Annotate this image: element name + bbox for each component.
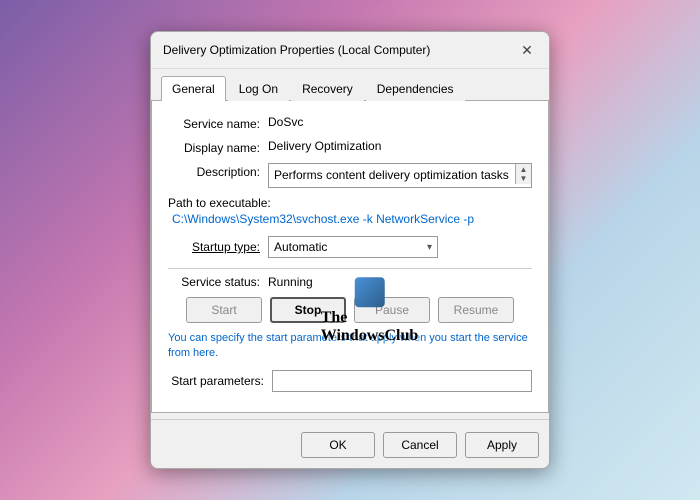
service-name-row: Service name: DoSvc [168,115,532,131]
startup-type-select[interactable]: Automatic ▾ [268,236,438,258]
pause-button[interactable]: Pause [354,297,430,323]
display-name-value: Delivery Optimization [268,139,381,153]
start-params-row: Start parameters: [168,370,532,392]
description-row: Description: Performs content delivery o… [168,163,532,188]
startup-type-label: Startup type: [168,240,268,254]
description-label: Description: [168,163,268,179]
cancel-button[interactable]: Cancel [383,432,457,458]
tab-bar: General Log On Recovery Dependencies [151,69,549,101]
ok-button[interactable]: OK [301,432,375,458]
close-button[interactable]: ✕ [517,40,537,60]
start-params-input[interactable] [272,370,532,392]
startup-type-value: Automatic [274,240,327,254]
service-name-value: DoSvc [268,115,303,129]
display-name-row: Display name: Delivery Optimization [168,139,532,155]
service-status-label: Service status: [168,275,268,289]
tab-recovery[interactable]: Recovery [291,76,364,101]
service-name-label: Service name: [168,115,268,131]
path-value: C:\Windows\System32\svchost.exe -k Netwo… [168,212,532,226]
title-bar: Delivery Optimization Properties (Local … [151,32,549,69]
select-dropdown-arrow[interactable]: ▾ [427,242,432,253]
description-box: Performs content delivery optimization t… [268,163,532,188]
dialog-title: Delivery Optimization Properties (Local … [163,43,430,57]
path-section: Path to executable: C:\Windows\System32\… [168,196,532,226]
scroll-down-arrow[interactable]: ▼ [520,174,528,183]
path-label: Path to executable: [168,196,532,210]
service-control-buttons: Start Stop Pause Resume [168,297,532,323]
display-name-label: Display name: [168,139,268,155]
footer-buttons: OK Cancel Apply [151,426,549,468]
tab-dependencies[interactable]: Dependencies [366,76,465,101]
tab-logon[interactable]: Log On [228,76,289,101]
divider-1 [168,268,532,269]
startup-type-row: Startup type: Automatic ▾ [168,236,532,258]
service-status-value: Running [268,275,313,289]
description-value: Performs content delivery optimization t… [269,164,515,187]
start-params-label: Start parameters: [168,374,272,388]
start-button[interactable]: Start [186,297,262,323]
apply-button[interactable]: Apply [465,432,539,458]
resume-button[interactable]: Resume [438,297,514,323]
hint-text: You can specify the start parameters tha… [168,331,532,362]
description-scrollbar[interactable]: ▲ ▼ [515,164,531,184]
footer-divider [151,419,549,420]
scroll-up-arrow[interactable]: ▲ [520,165,528,174]
content-area: Service name: DoSvc Display name: Delive… [151,101,549,413]
properties-dialog: Delivery Optimization Properties (Local … [150,31,550,469]
stop-button[interactable]: Stop [270,297,346,323]
service-status-row: Service status: Running [168,275,532,289]
tab-general[interactable]: General [161,76,226,101]
startup-label-text: Startup type: [192,240,260,254]
